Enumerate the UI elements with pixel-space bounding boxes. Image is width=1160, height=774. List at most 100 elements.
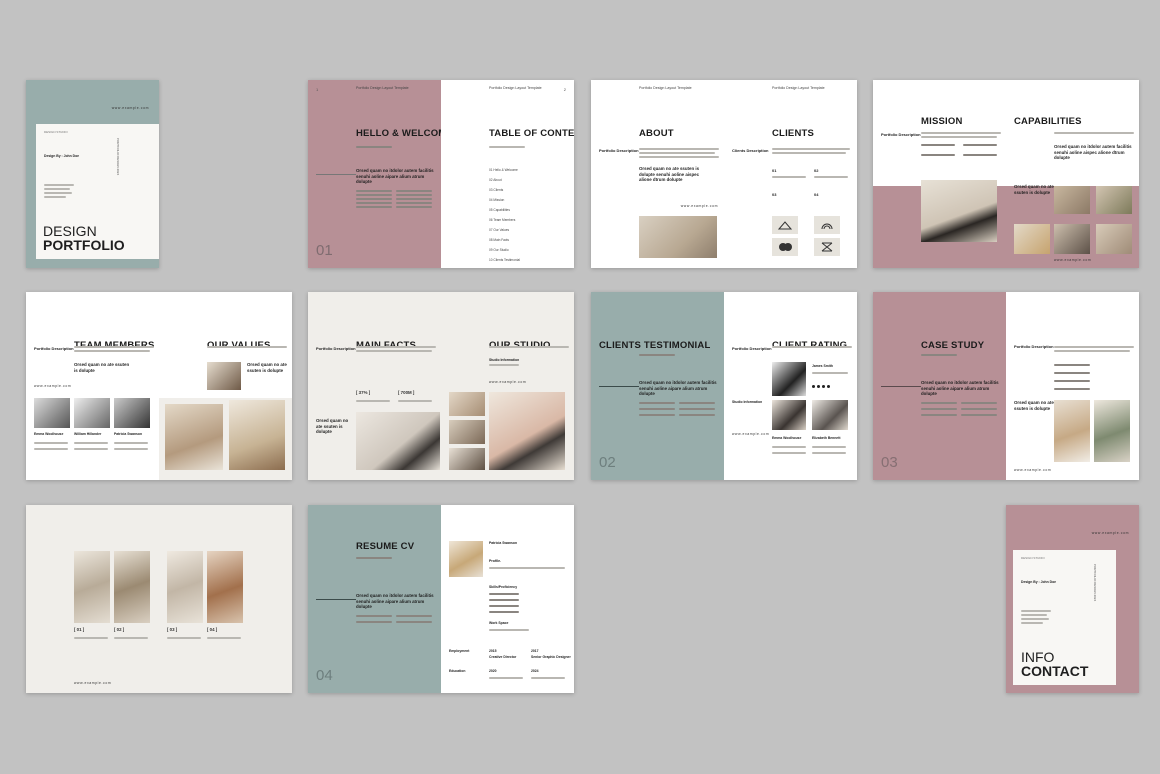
toc-item[interactable]: 06 Team Members <box>489 218 515 222</box>
text-line <box>489 567 565 569</box>
toc-item[interactable]: 03 Clients <box>489 188 503 192</box>
spread-gallery[interactable]: [ 01 ] [ 02 ] www.example.com [ 03 ] [ 0… <box>26 505 292 693</box>
cv-work: Work Space <box>489 621 509 625</box>
website: www.example.com <box>1054 258 1092 262</box>
text-line <box>356 615 392 617</box>
text-line <box>396 194 432 196</box>
bike-photo <box>229 400 285 470</box>
text-line <box>772 452 806 454</box>
cover-line <box>44 196 66 198</box>
page-header: Portfolio Design Layout Template <box>639 86 692 90</box>
pull-quote: Orsed quam no ate ssuten is dolupte <box>316 418 349 435</box>
toc-item[interactable]: 09 Our Studio <box>489 248 509 252</box>
spread-team[interactable]: TEAM MEMBERS Portfolio Description Orsed… <box>26 292 292 480</box>
member-name: Patricia Swanson <box>114 432 143 436</box>
cover-page[interactable]: www.example.com DESIGN STUDIO Design By … <box>26 80 159 268</box>
text-line <box>74 346 154 348</box>
text-line <box>34 448 68 450</box>
divider <box>316 174 356 175</box>
bullet-line <box>489 599 519 601</box>
toc-item[interactable]: 02 About <box>489 178 502 182</box>
spread-facts[interactable]: MAIN FACTS Portfolio Description [ 37% ]… <box>308 292 574 480</box>
spread-resume[interactable]: RESUME CV Orsed quam no itdolor autem fa… <box>308 505 574 693</box>
contact-line <box>1021 610 1051 612</box>
website: www.example.com <box>732 432 770 436</box>
member-name: Emma Woolhouse <box>34 432 64 436</box>
studio-info: Studio Information <box>489 358 520 362</box>
page-capabilities: CAPABILITIES Orsed quam no itdolor autem… <box>1006 80 1139 268</box>
page-about: Portfolio Design Layout Template ABOUT P… <box>591 80 724 268</box>
bullet-line <box>921 154 955 156</box>
text-line <box>396 206 432 208</box>
page-header: Portfolio Design Layout Template <box>489 86 542 90</box>
page-title: CAPABILITIES <box>1014 116 1082 127</box>
cover-title: DESIGN PORTFOLIO <box>43 224 125 252</box>
bullet-line <box>489 605 519 607</box>
cv-year: 2020 <box>489 669 497 673</box>
dancer-photo <box>1094 400 1130 462</box>
toc-item[interactable]: 07 Our Values <box>489 228 509 232</box>
spread-testimonial[interactable]: CLIENTS TESTIMONIAL Orsed quam no itdolo… <box>591 292 857 480</box>
cover-studio: DESIGN STUDIO <box>44 130 68 134</box>
spread-about[interactable]: Portfolio Design Layout Template ABOUT P… <box>591 80 857 268</box>
page-number: 2 <box>563 87 566 92</box>
cross-logo-icon <box>814 238 840 256</box>
rating-stars <box>812 378 832 396</box>
pull-quote: Orsed quam no itdolor autem facilitis se… <box>356 593 434 610</box>
text-line <box>34 442 68 444</box>
model-photo <box>74 551 110 623</box>
cover-vertical-text: PORTFOLIO DESIGN 2024 <box>116 138 120 176</box>
cv-name: Patricia Swanson <box>489 541 518 545</box>
spread-welcome[interactable]: 1 Portfolio Design Layout Template HELLO… <box>308 80 574 268</box>
text-line <box>207 637 241 639</box>
text-line <box>396 198 432 200</box>
text-line <box>531 677 565 679</box>
gallery-index: [ 04 ] <box>207 627 218 632</box>
contact-page[interactable]: www.example.com DESIGN STUDIO Design By … <box>1006 505 1139 693</box>
text-line <box>679 402 715 404</box>
section-label: Portfolio Description <box>881 132 921 137</box>
toc-item[interactable]: 04 Mission <box>489 198 504 202</box>
text-line <box>396 615 432 617</box>
text-line <box>74 637 108 639</box>
section-number: 04 <box>316 667 333 684</box>
text-line <box>398 400 432 402</box>
text-line <box>921 132 1001 134</box>
text-line <box>921 136 997 138</box>
text-line <box>1054 346 1134 348</box>
page-values: OUR VALUES Orsed quam no ate ssuten is d… <box>159 292 292 480</box>
client-number: 02 <box>814 168 819 173</box>
text-line <box>356 146 392 148</box>
toc-item[interactable]: 01 Hello & Welcome <box>489 168 518 172</box>
page-title: ABOUT <box>639 128 674 139</box>
spread-case-study[interactable]: CASE STUDY Orsed quam no itdolor autem f… <box>873 292 1139 480</box>
divider <box>599 386 639 387</box>
pull-quote: Orsed quam no ate ssuten is dolupte <box>1014 184 1054 195</box>
cv-profile: Profile. <box>489 559 502 563</box>
text-line <box>356 190 392 192</box>
contact-title: INFO CONTACT <box>1021 650 1088 678</box>
portrait-photo <box>1054 186 1090 214</box>
pull-quote: Orsed quam no ate ssuten is dolupte senu… <box>639 166 700 183</box>
toc-item[interactable]: 05 Capabilities <box>489 208 510 212</box>
section-label: Portfolio Description <box>316 346 356 351</box>
text-line <box>356 194 392 196</box>
spread-mission[interactable]: MISSION Portfolio Description CAPABILITI… <box>873 80 1139 268</box>
page-case-detail: Portfolio Description Orsed quam no ate … <box>1006 292 1139 480</box>
bullet-line <box>1054 364 1090 366</box>
text-line <box>356 557 392 559</box>
text-line <box>772 176 806 178</box>
contact-title-line2: CONTACT <box>1021 663 1089 679</box>
cover-line <box>44 192 72 194</box>
contact-line <box>1021 614 1047 616</box>
website: www.example.com <box>34 384 72 388</box>
toc-item[interactable]: 10 Clients Testimonial <box>489 258 520 262</box>
text-line <box>1054 132 1134 134</box>
text-line <box>639 148 719 150</box>
page-facts: MAIN FACTS Portfolio Description [ 37% ]… <box>308 292 441 480</box>
text-line <box>812 452 846 454</box>
toc-item[interactable]: 08 Main Facts <box>489 238 509 242</box>
text-line <box>114 637 148 639</box>
mirror-photo <box>1014 224 1050 254</box>
page-welcome: 1 Portfolio Design Layout Template HELLO… <box>308 80 441 268</box>
